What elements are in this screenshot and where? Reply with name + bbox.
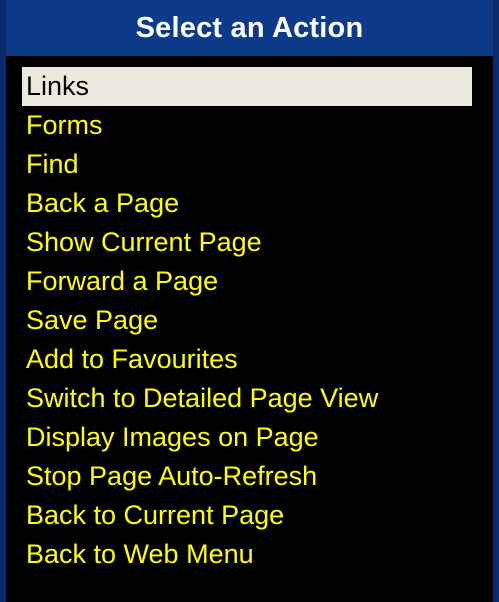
dialog-title: Select an Action [6,0,493,56]
menu-item-forms[interactable]: Forms [22,106,472,145]
menu-item-links[interactable]: Links [22,67,472,106]
menu-item-stop-auto-refresh[interactable]: Stop Page Auto-Refresh [22,457,472,496]
action-list: Links Forms Find Back a Page Show Curren… [6,67,493,574]
menu-item-display-images[interactable]: Display Images on Page [22,418,472,457]
menu-item-forward-a-page[interactable]: Forward a Page [22,262,472,301]
menu-item-save-page[interactable]: Save Page [22,301,472,340]
menu-item-find[interactable]: Find [22,145,472,184]
menu-item-show-current-page[interactable]: Show Current Page [22,223,472,262]
menu-item-detailed-page-view[interactable]: Switch to Detailed Page View [22,379,472,418]
action-menu-dialog: Select an Action Links Forms Find Back a… [0,0,499,602]
menu-item-back-a-page[interactable]: Back a Page [22,184,472,223]
menu-item-add-to-favourites[interactable]: Add to Favourites [22,340,472,379]
menu-item-back-to-current-page[interactable]: Back to Current Page [22,496,472,535]
menu-item-back-to-web-menu[interactable]: Back to Web Menu [22,535,472,574]
